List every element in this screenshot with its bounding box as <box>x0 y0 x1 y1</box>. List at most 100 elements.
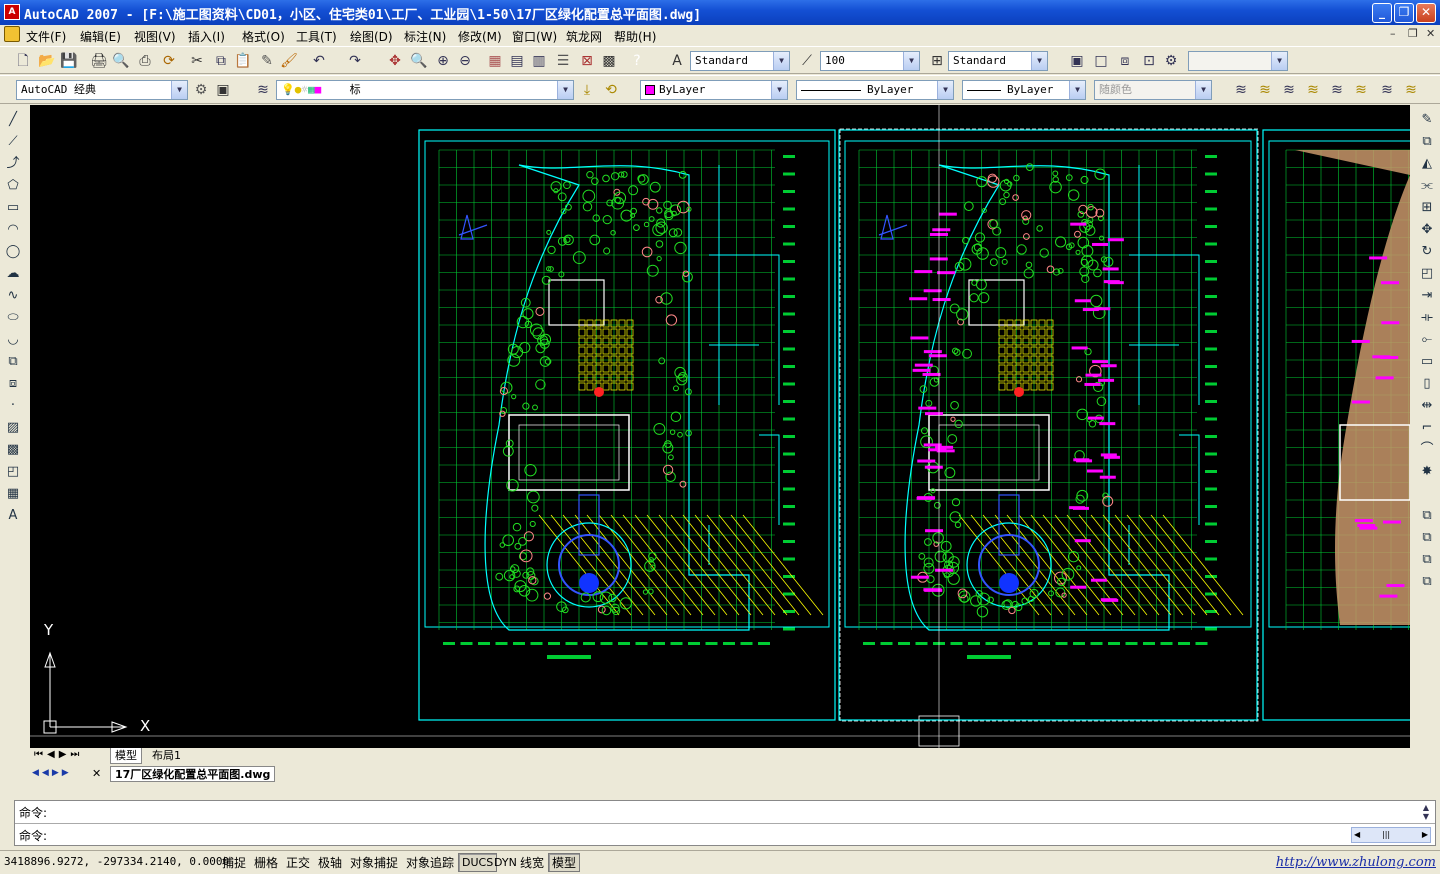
plotstyle-combo[interactable]: 随颜色 ▼ <box>1094 80 1212 100</box>
block-editor-icon[interactable]: 🖌 <box>280 52 298 70</box>
chevron-down-icon[interactable]: ▼ <box>1031 52 1047 70</box>
offset-icon[interactable]: ⫘ <box>1419 178 1435 194</box>
layer-tool-6-icon[interactable]: ≋ <box>1352 81 1370 99</box>
draworder-4-icon[interactable]: ⧉ <box>1419 574 1435 590</box>
copy-object-icon[interactable]: ⧉ <box>1419 134 1435 150</box>
draworder-1-icon[interactable]: ⧉ <box>1419 508 1435 524</box>
design-center-icon[interactable]: ▤ <box>508 52 526 70</box>
print-icon[interactable]: 🖨 <box>90 52 108 70</box>
layer-tool-7-icon[interactable]: ≋ <box>1378 81 1396 99</box>
blank-combo[interactable]: ▼ <box>1188 51 1288 71</box>
restore-button[interactable]: ❐ <box>1394 3 1414 23</box>
zoom-previous-icon[interactable]: ⊖ <box>456 52 474 70</box>
cut-icon[interactable]: ✂ <box>188 52 206 70</box>
model-space-toggle[interactable]: 模型 <box>548 853 581 872</box>
move-icon[interactable]: ✥ <box>1419 222 1435 238</box>
grid-toggle[interactable]: 栅格 <box>250 853 282 872</box>
undo-icon[interactable]: ↶ <box>310 52 328 70</box>
dim-style-icon[interactable]: ⟋ <box>798 52 816 70</box>
workspace-settings-icon[interactable]: ⚙ <box>192 81 210 99</box>
menu-draw[interactable]: 绘图(D) <box>350 28 393 45</box>
linetype-combo[interactable]: ByLayer ▼ <box>796 80 954 100</box>
menu-window[interactable]: 窗口(W) <box>512 28 557 45</box>
workspace-combo[interactable]: AutoCAD 经典 ▼ <box>16 80 188 100</box>
line-icon[interactable]: ╱ <box>5 112 21 128</box>
save-icon[interactable]: 💾 <box>60 52 78 70</box>
command-window[interactable]: 命令: 命令: ▲ ▼ ◀ ||| ▶ <box>14 800 1436 846</box>
chevron-down-icon[interactable]: ▼ <box>773 52 789 70</box>
stretch-icon[interactable]: ⇥ <box>1419 288 1435 304</box>
menu-dimension[interactable]: 标注(N) <box>404 28 446 45</box>
table-style-combo[interactable]: Standard ▼ <box>948 51 1048 71</box>
chevron-down-icon[interactable]: ▼ <box>171 81 187 99</box>
tool-palettes-icon[interactable]: ▥ <box>530 52 548 70</box>
layer-manager-icon[interactable]: ≋ <box>254 81 272 99</box>
spacer[interactable] <box>1419 486 1435 502</box>
viewport-scale-icon[interactable]: ⊡ <box>1140 52 1158 70</box>
layer-tool-4-icon[interactable]: ≋ <box>1304 81 1322 99</box>
new-icon[interactable]: 🗋 <box>14 52 32 70</box>
region-icon[interactable]: ◰ <box>5 464 21 480</box>
text-style-combo[interactable]: Standard ▼ <box>690 51 790 71</box>
menu-modify[interactable]: 修改(M) <box>458 28 502 45</box>
mtext-icon[interactable]: A <box>5 508 21 524</box>
array-icon[interactable]: ⊞ <box>1419 200 1435 216</box>
layer-tool-3-icon[interactable]: ≋ <box>1280 81 1298 99</box>
break-icon[interactable]: ▯ <box>1419 376 1435 392</box>
make-block-icon[interactable]: ⧈ <box>5 376 21 392</box>
markup-icon[interactable]: ⊠ <box>578 52 596 70</box>
rectangle-icon[interactable]: ▭ <box>5 200 21 216</box>
ellipse-arc-icon[interactable]: ◡ <box>5 332 21 348</box>
single-viewport-icon[interactable]: □ <box>1092 52 1110 70</box>
tab-model[interactable]: 模型 <box>110 748 142 764</box>
lineweight-combo[interactable]: ByLayer ▼ <box>962 80 1086 100</box>
help-icon[interactable]: ? <box>628 52 646 70</box>
gradient-icon[interactable]: ▩ <box>5 442 21 458</box>
construction-line-icon[interactable]: ⟋ <box>5 134 21 150</box>
menu-tools[interactable]: 工具(T) <box>296 28 337 45</box>
rotate-icon[interactable]: ↻ <box>1419 244 1435 260</box>
clip-viewport-icon[interactable]: ⧈ <box>1116 52 1134 70</box>
calculator-icon[interactable]: ▩ <box>600 52 618 70</box>
otrack-toggle[interactable]: 对象追踪 <box>402 853 458 872</box>
fillet-icon[interactable]: ⌒ <box>1419 442 1435 458</box>
chevron-down-icon[interactable]: ▼ <box>771 81 787 99</box>
menu-file[interactable]: 文件(F) <box>26 28 66 45</box>
arc-icon[interactable]: ◠ <box>5 222 21 238</box>
document-icon[interactable] <box>4 26 20 42</box>
ortho-toggle[interactable]: 正交 <box>282 853 314 872</box>
close-button[interactable]: ✕ <box>1416 3 1436 23</box>
chevron-down-icon[interactable]: ▼ <box>903 52 919 70</box>
trim-icon[interactable]: ⟛ <box>1419 310 1435 326</box>
polygon-icon[interactable]: ⬠ <box>5 178 21 194</box>
polar-toggle[interactable]: 极轴 <box>314 853 346 872</box>
spline-icon[interactable]: ∿ <box>5 288 21 304</box>
open-icon[interactable]: 📂 <box>38 52 56 70</box>
snap-toggle[interactable]: 捕捉 <box>218 853 250 872</box>
chevron-down-icon[interactable]: ▼ <box>1271 52 1287 70</box>
revision-cloud-icon[interactable]: ☁ <box>5 266 21 282</box>
viewport-props-icon[interactable]: ⚙ <box>1162 52 1180 70</box>
sheet-set-icon[interactable]: ☰ <box>554 52 572 70</box>
coordinate-readout[interactable]: 3418896.9272, -297334.2140, 0.0000 <box>4 855 229 868</box>
insert-block-icon[interactable]: ⧉ <box>5 354 21 370</box>
workspace-save-icon[interactable]: ▣ <box>214 81 232 99</box>
menu-zhulong[interactable]: 筑龙网 <box>566 28 602 45</box>
menu-insert[interactable]: 插入(I) <box>188 28 225 45</box>
doc-minimize-button[interactable]: – <box>1390 27 1396 40</box>
command-prompt[interactable]: 命令: <box>19 827 47 844</box>
tab-nav-arrows[interactable]: ⏮◀▶⏭ <box>34 749 83 760</box>
publish-web-icon[interactable]: ⟳ <box>160 52 178 70</box>
circle-icon[interactable]: ◯ <box>5 244 21 260</box>
properties-icon[interactable]: ▦ <box>486 52 504 70</box>
point-icon[interactable]: · <box>5 398 21 414</box>
doc-close-button[interactable]: ✕ <box>1426 27 1435 40</box>
menu-view[interactable]: 视图(V) <box>134 28 176 45</box>
hatch-icon[interactable]: ▨ <box>5 420 21 436</box>
make-current-icon[interactable]: ⤓ <box>578 81 596 99</box>
extend-icon[interactable]: ⟜ <box>1419 332 1435 348</box>
text-style-icon[interactable]: A <box>668 52 686 70</box>
redo-icon[interactable]: ↷ <box>346 52 364 70</box>
scale-icon[interactable]: ◰ <box>1419 266 1435 282</box>
zoom-realtime-icon[interactable]: 🔍 <box>410 52 428 70</box>
